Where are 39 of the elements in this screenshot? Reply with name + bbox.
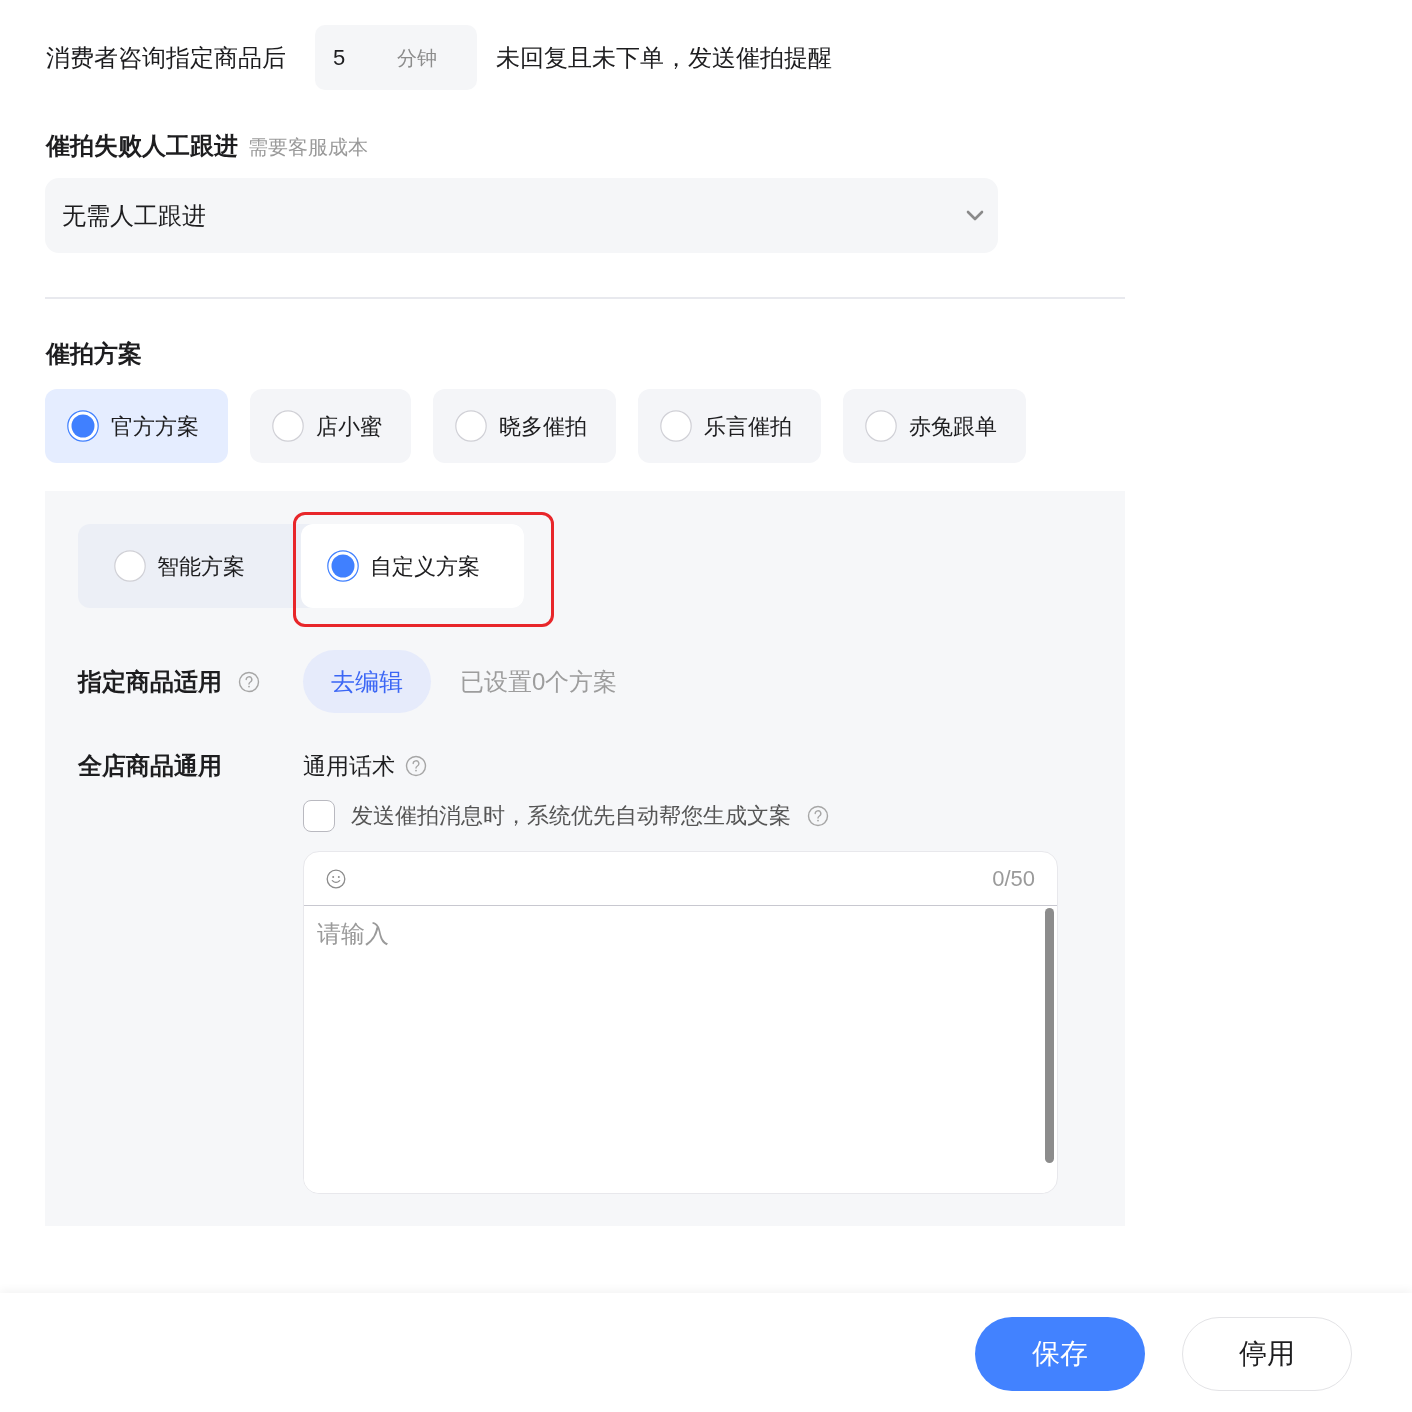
hint-text: 需要客服成本	[248, 135, 368, 160]
help-icon	[405, 755, 427, 777]
edit-button[interactable]: 去编辑	[303, 650, 431, 713]
radio-icon	[455, 410, 487, 442]
delay-input[interactable]: 5 分钟	[315, 25, 477, 90]
plan-mode-option[interactable]: 自定义方案	[301, 524, 524, 608]
radio-icon	[660, 410, 692, 442]
rule-text: 消费者咨询指定商品后	[45, 42, 286, 73]
scrollbar[interactable]	[1045, 908, 1054, 1163]
help-icon	[238, 670, 260, 693]
save-button[interactable]: 保存	[975, 1317, 1145, 1391]
radio-icon	[67, 410, 99, 442]
followup-select[interactable]: 无需人工跟进	[45, 178, 998, 253]
field-label: 全店商品通用	[78, 751, 223, 781]
help-icon	[807, 805, 829, 827]
radio-icon	[272, 410, 304, 442]
disable-button[interactable]: 停用	[1182, 1317, 1352, 1391]
smiley-icon[interactable]	[326, 868, 346, 889]
plan-option[interactable]: 乐言催拍	[638, 389, 821, 463]
section-label: 催拍方案	[45, 339, 142, 369]
checkbox[interactable]	[303, 800, 335, 832]
radio-icon	[865, 410, 897, 442]
delay-unit: 分钟	[397, 45, 437, 71]
radio-icon	[327, 550, 359, 582]
plan-option[interactable]: 店小蜜	[250, 389, 411, 463]
chevron-down-icon	[966, 210, 984, 221]
field-label: 通用话术	[303, 751, 395, 781]
delay-value: 5	[332, 44, 347, 72]
plan-option[interactable]: 晓多催拍	[433, 389, 616, 463]
plan-option[interactable]: 官方方案	[45, 389, 228, 463]
section-label: 催拍失败人工跟进	[45, 131, 238, 161]
field-label: 指定商品适用	[78, 666, 222, 697]
char-counter: 0/50	[992, 865, 1035, 893]
status-text: 已设置0个方案	[460, 666, 618, 697]
radio-icon	[114, 550, 146, 582]
rule-text: 未回复且未下单，发送催拍提醒	[496, 42, 832, 73]
plan-mode-option[interactable]: 智能方案	[78, 524, 301, 608]
plan-option[interactable]: 赤兔跟单	[843, 389, 1026, 463]
checkbox-label[interactable]: 发送催拍消息时，系统优先自动帮您生成文案	[351, 799, 791, 833]
